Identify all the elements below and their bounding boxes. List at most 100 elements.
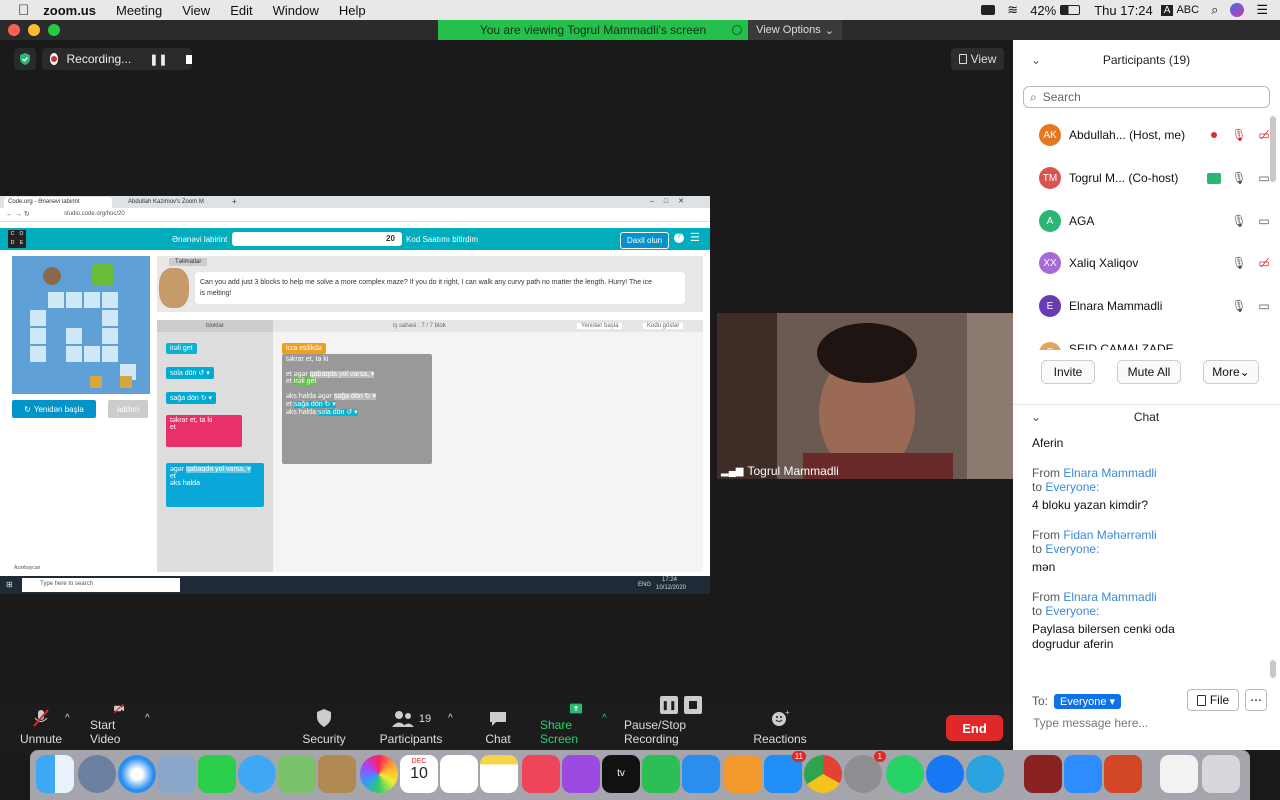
block-when-run[interactable]: icra etdikdə xyxy=(282,343,326,354)
participant-video-tile[interactable] xyxy=(717,313,1013,479)
system-preferences-icon[interactable]: 1 xyxy=(844,751,886,793)
trash-icon[interactable] xyxy=(1202,755,1240,793)
instructions-tab[interactable]: Təlimatlar xyxy=(169,258,208,266)
finish-hour-link[interactable]: Kod Saatımı bitirdim xyxy=(406,235,478,244)
pages-icon[interactable] xyxy=(724,755,762,793)
block-move-forward[interactable]: irəli get xyxy=(166,343,197,354)
whatsapp-icon[interactable] xyxy=(886,755,924,793)
collapse-chevron-icon[interactable]: ⌄ xyxy=(1031,410,1041,424)
recipient-select[interactable]: Everyone ▾ xyxy=(1054,693,1122,709)
view-options-button[interactable]: View Options ⌄ xyxy=(748,20,842,40)
document-icon[interactable] xyxy=(1160,755,1198,793)
chat-sender[interactable]: Elnara Mammadli xyxy=(1063,466,1156,480)
mute-all-button[interactable]: Mute All xyxy=(1117,360,1181,384)
language-select[interactable]: Azərbaycan xyxy=(14,565,40,571)
share-screen-button[interactable]: Share Screen xyxy=(540,703,612,753)
audio-options-chevron-icon[interactable]: ^ xyxy=(65,713,70,724)
reset-button[interactable]: ↻ Yenidən başla xyxy=(12,400,96,418)
video-options-chevron-icon[interactable]: ^ xyxy=(145,713,150,724)
photo-booth-icon[interactable] xyxy=(1024,755,1062,793)
end-meeting-button[interactable]: End xyxy=(946,715,1003,741)
codeorg-logo[interactable]: CODE xyxy=(8,230,26,248)
stop-recording-icon[interactable] xyxy=(185,54,192,64)
reactions-button[interactable]: + Reactions xyxy=(753,703,806,753)
chat-scrollbar[interactable] xyxy=(1270,660,1276,678)
help-icon[interactable]: ? xyxy=(674,233,684,243)
taskbar-time[interactable]: 17:24 xyxy=(662,577,677,583)
telegram-icon[interactable] xyxy=(966,755,1004,793)
notes-icon[interactable] xyxy=(480,755,518,793)
menu-meeting[interactable]: Meeting xyxy=(116,3,162,18)
podcasts-icon[interactable] xyxy=(562,755,600,793)
block-if-else[interactable]: əgər qabaqda yol varsa, ▾ et əks halda xyxy=(166,463,264,507)
participant-row-clipped[interactable]: S SEID CAMALZADE xyxy=(1013,336,1268,350)
keynote-icon[interactable] xyxy=(682,755,720,793)
show-code-button[interactable]: Kodu göstər xyxy=(643,323,684,329)
taskbar-date[interactable]: 10/12/2020 xyxy=(656,585,686,591)
apple-icon[interactable]:  xyxy=(18,2,29,19)
participant-row[interactable]: AK Abdullah... (Host, me) 🎙︎ ▭̸ xyxy=(1013,114,1280,156)
contacts-icon[interactable] xyxy=(318,755,356,793)
participants-scrollbar[interactable] xyxy=(1270,116,1276,182)
calendar-icon[interactable]: DEC 10 xyxy=(400,755,438,793)
nav-arrows-icon[interactable]: ← → ↻ xyxy=(6,210,30,218)
chat-message-input[interactable]: Type message here... xyxy=(1033,716,1263,736)
participant-search-input[interactable]: ⌕ Search xyxy=(1023,86,1270,108)
video-off-icon[interactable]: ▭̸ xyxy=(1255,256,1273,270)
chrome-icon[interactable] xyxy=(804,755,842,793)
security-button[interactable]: Security xyxy=(302,703,346,753)
participant-row[interactable]: A AGA 🎙︎ ▭ xyxy=(1013,200,1280,242)
music-icon[interactable] xyxy=(522,755,560,793)
zoom-status-icon[interactable] xyxy=(981,5,996,15)
minimize-window-button[interactable] xyxy=(28,24,40,36)
reminders-icon[interactable] xyxy=(440,755,478,793)
notification-center-icon[interactable]: ☰ xyxy=(1256,2,1268,18)
safari-icon[interactable] xyxy=(118,755,156,793)
signin-button[interactable]: Daxil olun xyxy=(620,232,670,249)
more-button[interactable]: More ⌄ xyxy=(1203,360,1259,384)
encryption-shield-icon[interactable] xyxy=(14,48,36,70)
windows-start-icon[interactable]: ⊞ xyxy=(6,580,13,589)
messenger-icon[interactable] xyxy=(926,755,964,793)
share-options-chevron-icon[interactable]: ^ xyxy=(602,713,607,724)
finder-icon[interactable] xyxy=(36,755,74,793)
mail-app-icon[interactable] xyxy=(158,755,196,793)
send-file-button[interactable]: File xyxy=(1187,689,1239,711)
menu-help[interactable]: Help xyxy=(339,3,366,18)
unmute-button[interactable]: Unmute xyxy=(20,703,62,753)
hamburger-menu-icon[interactable]: ☰ xyxy=(690,231,700,244)
chat-sender[interactable]: Elnara Mammadli xyxy=(1063,590,1156,604)
launchpad-icon[interactable] xyxy=(78,755,116,793)
browser-address-bar[interactable]: ← → ↻ studio.code.org/hoc/20 xyxy=(0,208,710,222)
chat-more-icon[interactable]: ⋯ xyxy=(1245,689,1267,711)
maps-icon[interactable] xyxy=(278,755,316,793)
mic-icon[interactable]: 🎙︎ xyxy=(1230,214,1248,228)
input-source-icon[interactable]: A xyxy=(1160,4,1174,16)
chat-button[interactable]: Chat xyxy=(484,703,512,753)
menu-app-name[interactable]: zoom.us xyxy=(43,3,96,18)
spotlight-icon[interactable]: ⌕ xyxy=(1211,2,1218,18)
video-icon[interactable]: ▭ xyxy=(1255,214,1273,228)
browser-tab-zoom[interactable]: Abdullah Kazimov's Zoom M xyxy=(116,197,224,208)
pause-recording-icon[interactable]: ❚❚ xyxy=(149,53,167,66)
clock[interactable]: Thu 17:24 xyxy=(1094,3,1153,18)
block-turn-left[interactable]: sola dön ↺ ▾ xyxy=(166,367,214,379)
participants-chevron-icon[interactable]: ^ xyxy=(448,713,453,724)
participants-button[interactable]: 19 Participants xyxy=(380,703,442,753)
apple-tv-icon[interactable]: tv xyxy=(602,755,640,793)
powerpoint-icon[interactable] xyxy=(1104,755,1142,793)
messages-icon[interactable] xyxy=(238,755,276,793)
participant-row[interactable]: XX Xaliq Xaliqov 🎙︎ ▭̸ xyxy=(1013,242,1280,284)
pause-stop-recording-button[interactable]: ❚❚ Pause/Stop Recording xyxy=(624,696,738,753)
browser-tab-codeorg[interactable]: Code.org - Ənənəvi labirint xyxy=(4,197,112,208)
numbers-icon[interactable] xyxy=(642,755,680,793)
taskbar-search[interactable]: Type here to search xyxy=(22,578,180,592)
zoom-icon[interactable] xyxy=(1064,755,1102,793)
close-window-button[interactable] xyxy=(8,24,20,36)
wifi-icon[interactable]: ≋ xyxy=(1007,2,1018,18)
mic-icon[interactable]: 🎙︎ xyxy=(1230,171,1248,185)
window-controls-icon[interactable]: –□✕ xyxy=(650,197,694,205)
workspace-reset-button[interactable]: Yenidən başla xyxy=(577,323,623,329)
mic-icon[interactable]: 🎙︎ xyxy=(1230,299,1248,313)
participant-row[interactable]: E Elnara Mammadli 🎙︎ ▭ xyxy=(1013,285,1280,327)
